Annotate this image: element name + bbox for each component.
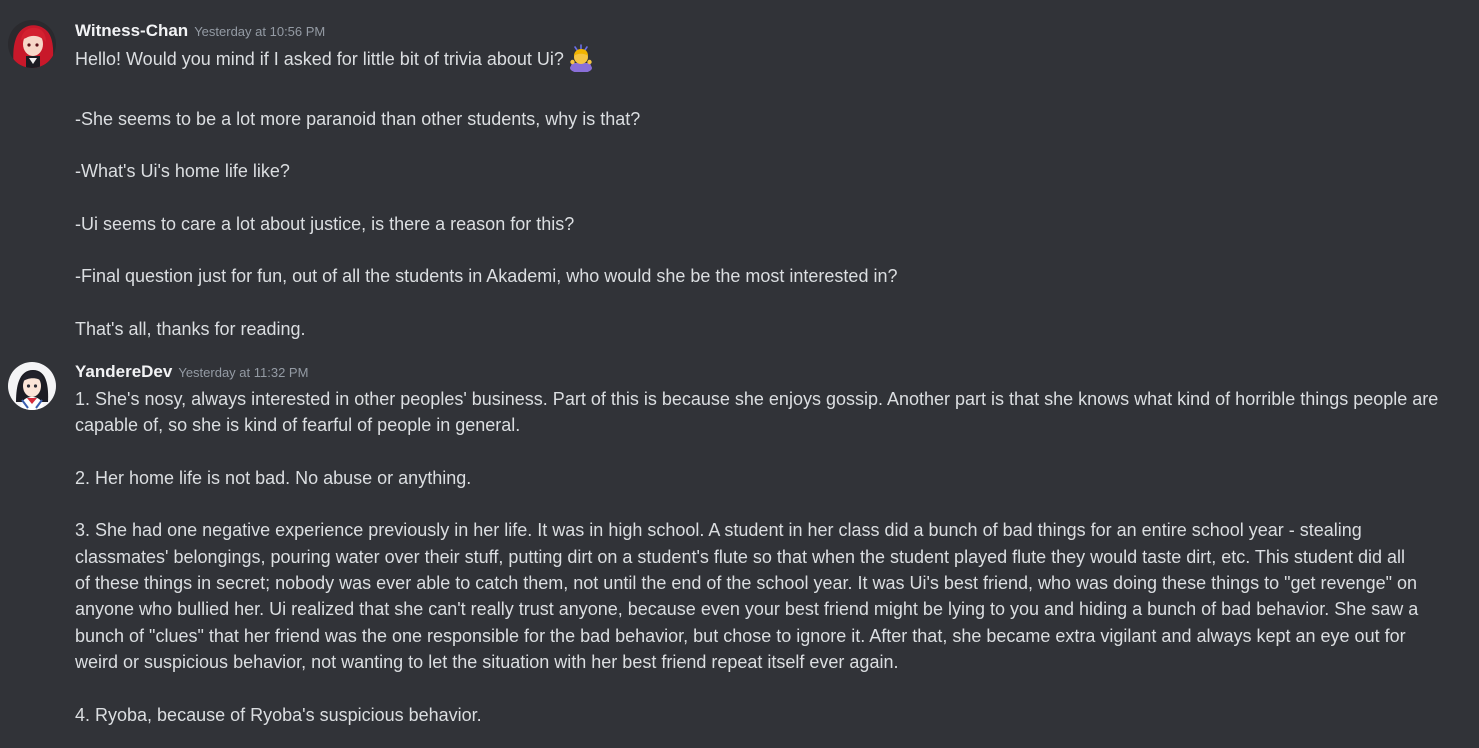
message-line [75, 132, 1470, 158]
message-line: 4. Ryoba, because of Ryoba's suspicious … [75, 704, 482, 725]
username[interactable]: YandereDev [75, 362, 172, 381]
message-line [75, 184, 1470, 210]
username[interactable]: Witness-Chan [75, 21, 188, 40]
timestamp[interactable]: Yesterday at 11:32 PM [178, 365, 308, 380]
message-line: -She seems to be a lot more paranoid tha… [75, 108, 641, 129]
message-line [75, 491, 1470, 517]
message-line [75, 79, 1470, 105]
message-body: 1. She's nosy, always interested in othe… [75, 386, 1470, 728]
message-header: Witness-Chan Yesterday at 10:56 PM [75, 21, 325, 41]
message-line: anyone who bullied her. Ui realized that… [75, 599, 1419, 620]
red-haired-girl-avatar-icon[interactable] [8, 20, 56, 68]
message-line: 2. Her home life is not bad. No abuse or… [75, 467, 472, 488]
message-line: capable of, so she is kind of fearful of… [75, 415, 521, 436]
message-line: classmates' belongings, pouring water ov… [75, 546, 1405, 567]
person-bowing-emoji-icon [567, 44, 595, 79]
message-line: 3. She had one negative experience previ… [75, 520, 1362, 541]
message-line [75, 290, 1470, 316]
message-line [75, 439, 1470, 465]
message-line [75, 237, 1470, 263]
message-line [75, 675, 1470, 701]
message-line: weird or suspicious behavior, not wantin… [75, 651, 899, 672]
message-line: -What's Ui's home life like? [75, 161, 290, 182]
message-line: bunch of "clues" that her friend was the… [75, 625, 1406, 646]
message-line: That's all, thanks for reading. [75, 318, 306, 339]
message-line: -Ui seems to care a lot about justice, i… [75, 213, 575, 234]
message-line: -Final question just for fun, out of all… [75, 266, 898, 287]
message-line: of these things in secret; nobody was ev… [75, 573, 1418, 594]
message-header: YandereDev Yesterday at 11:32 PM [75, 362, 308, 382]
message-body: Hello! Would you mind if I asked for lit… [75, 44, 1470, 342]
timestamp[interactable]: Yesterday at 10:56 PM [194, 24, 325, 39]
anime-schoolgirl-avatar-icon[interactable] [8, 362, 56, 410]
message-line: 1. She's nosy, always interested in othe… [75, 389, 1439, 409]
message-line: Hello! Would you mind if I asked for lit… [75, 44, 1470, 79]
